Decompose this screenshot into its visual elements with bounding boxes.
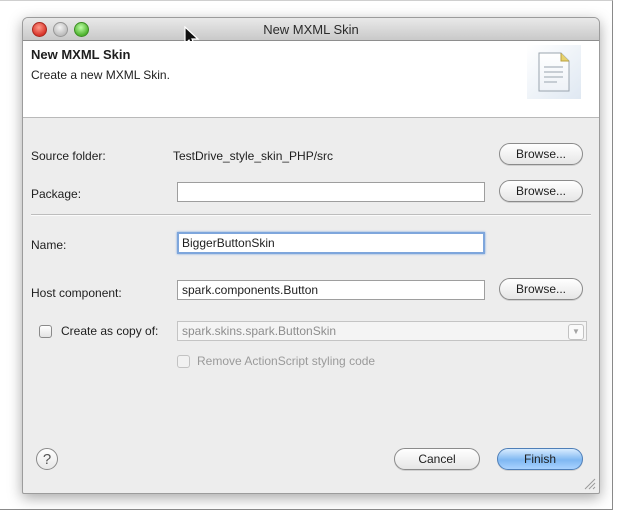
remove-actionscript-checkbox bbox=[177, 355, 190, 368]
document-wizard-icon bbox=[527, 45, 581, 99]
package-label: Package: bbox=[31, 187, 82, 201]
cancel-button[interactable]: Cancel bbox=[394, 448, 480, 470]
name-field[interactable] bbox=[177, 232, 485, 254]
window-title: New MXML Skin bbox=[263, 22, 359, 37]
source-folder-value: TestDrive_style_skin_PHP/src bbox=[173, 149, 334, 163]
create-copy-checkbox[interactable] bbox=[39, 325, 52, 338]
create-copy-combo: spark.skins.spark.ButtonSkin ▼ bbox=[177, 321, 587, 341]
wizard-header: New MXML Skin Create a new MXML Skin. bbox=[23, 41, 599, 118]
dialog-window: New MXML Skin New MXML Skin Create a new… bbox=[22, 17, 600, 494]
package-field[interactable] bbox=[177, 182, 485, 202]
form-separator bbox=[31, 214, 591, 216]
page-description: Create a new MXML Skin. bbox=[31, 68, 170, 82]
host-component-label: Host component: bbox=[31, 286, 122, 300]
remove-actionscript-label: Remove ActionScript styling code bbox=[197, 354, 376, 368]
host-component-browse-button[interactable]: Browse... bbox=[499, 278, 583, 300]
create-copy-combo-value: spark.skins.spark.ButtonSkin bbox=[182, 324, 337, 338]
dropdown-arrow-icon: ▼ bbox=[568, 324, 584, 340]
create-copy-label: Create as copy of: bbox=[61, 324, 159, 338]
page-title: New MXML Skin bbox=[31, 47, 131, 62]
package-browse-button[interactable]: Browse... bbox=[499, 180, 583, 202]
title-bar[interactable]: New MXML Skin bbox=[23, 18, 599, 48]
finish-button[interactable]: Finish bbox=[497, 448, 583, 470]
name-label: Name: bbox=[31, 238, 67, 252]
source-folder-label: Source folder: bbox=[31, 149, 106, 163]
host-component-field[interactable] bbox=[177, 280, 485, 300]
help-icon[interactable]: ? bbox=[36, 448, 58, 470]
resize-grip-icon[interactable] bbox=[584, 478, 596, 490]
source-folder-browse-button[interactable]: Browse... bbox=[499, 143, 583, 165]
